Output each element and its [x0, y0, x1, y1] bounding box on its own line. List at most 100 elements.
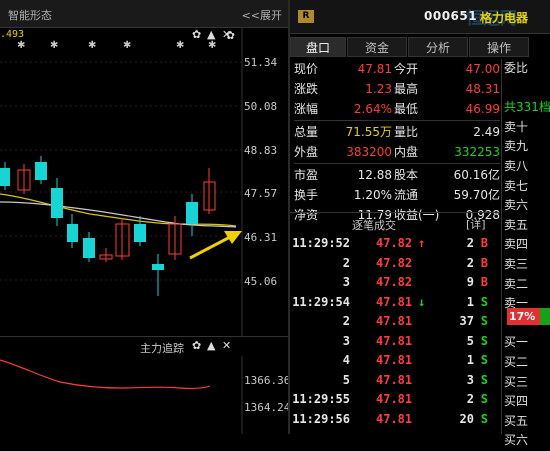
deal-volume: 2 — [466, 255, 474, 270]
axis-label: 46.31 — [244, 231, 278, 244]
deal-detail-link[interactable]: [详] — [466, 216, 486, 232]
indicator-axis-label: 1364.24 — [244, 401, 291, 414]
quote-value: 1.20% — [353, 188, 392, 202]
divider — [501, 59, 502, 434]
deal-price: 47.81 — [376, 353, 413, 367]
quote-label: 流通 — [394, 188, 419, 202]
chart-panel: 智能形态 <<展开 .493 ✿ ▲ ✕ ✿ ✱ ✱ ✱ ✱ ✱ ✱ 51.34… — [0, 0, 290, 434]
quote-value: 47.81 — [357, 62, 392, 76]
deal-row: 3 47.82 9 B — [290, 273, 500, 293]
chevron-up-icon[interactable]: ▲ — [207, 339, 215, 352]
quote-label: 今开 — [394, 62, 419, 76]
deal-price: 47.81 — [376, 314, 413, 328]
order-book-row: 卖三 — [504, 256, 529, 271]
deal-row: 2 47.82 2 B — [290, 254, 500, 274]
quote-value: 332253 — [454, 145, 500, 159]
deal-title: 逐笔成交 — [352, 219, 396, 232]
order-book-row: 买五 — [504, 413, 529, 428]
deal-volume: 2 — [466, 392, 474, 406]
quote-label: 现价 — [294, 62, 319, 76]
axis-label: 50.08 — [244, 100, 278, 113]
order-book-row — [504, 79, 550, 99]
quote-panel: R 恒运网 000651 格力电器 盘口 资金 分析 操作 现价 47.81 今开 4… — [290, 0, 550, 447]
quote-label: 涨幅 — [294, 102, 319, 116]
order-book-row: 卖六 — [504, 198, 529, 213]
deal-volume: 5 — [466, 333, 474, 348]
r-badge: R — [298, 10, 314, 23]
deal-time: 3 — [342, 275, 350, 289]
deal-side: S — [480, 411, 488, 426]
deal-side: B — [480, 275, 488, 289]
chart-title: 智能形态 — [8, 9, 52, 22]
quote-value: 12.88 — [357, 168, 392, 182]
quote-row: 外盘 383200 内盘 332253 — [294, 142, 500, 162]
tab-bar: 盘口 资金 分析 操作 — [290, 37, 550, 57]
stock-name: 格力电器 — [480, 11, 529, 25]
deal-side: S — [480, 392, 488, 406]
indicator-chart — [0, 356, 243, 434]
order-book-row: 共331档 — [504, 100, 550, 115]
quote-value: 59.70亿 — [453, 188, 500, 202]
order-book-row: 卖十 — [504, 119, 529, 134]
close-icon[interactable]: ✕ — [222, 339, 231, 352]
deal-volume: 1 — [466, 353, 474, 367]
candles — [0, 156, 216, 296]
deal-volume: 20 — [459, 411, 474, 426]
quote-value: 48.31 — [465, 82, 500, 96]
quote-label: 最低 — [394, 102, 419, 116]
quote-row: 市盈 12.88 股本 60.16亿 — [294, 165, 500, 185]
order-book-row: 卖七 — [504, 178, 529, 193]
deal-price: 47.82 — [376, 275, 413, 289]
axis-label: 48.83 — [244, 144, 278, 157]
indicator-title: 主力追踪 — [140, 342, 184, 355]
deal-row: 11:29:52 47.82 ↑ 2 B — [290, 234, 500, 254]
quote-label: 外盘 — [294, 145, 319, 159]
quote-value: 2.49 — [473, 125, 500, 139]
deal-volume: 1 — [466, 294, 474, 309]
quote-value: 1.23 — [365, 82, 392, 96]
deal-arrow-icon: ↑ — [418, 236, 426, 250]
deal-row: 4 47.81 1 S — [290, 351, 500, 371]
svg-text:✱: ✱ — [17, 40, 25, 51]
quote-label: 市盈 — [294, 168, 319, 182]
deal-price: 47.81 — [376, 411, 413, 426]
indicator-header: 主力追踪 ✿ ▲ ✕ — [0, 336, 288, 356]
axis-label: 45.06 — [244, 275, 278, 288]
expand-button[interactable]: <<展开 — [242, 7, 282, 23]
deal-side: B — [480, 236, 488, 250]
deal-price: 47.82 — [376, 236, 413, 250]
order-book-row: 卖二 — [504, 276, 529, 291]
tab-analysis[interactable]: 分析 — [408, 37, 468, 57]
quote-value: 46.99 — [465, 102, 500, 116]
svg-text:✱: ✱ — [50, 40, 58, 51]
quote-label: 涨跌 — [294, 82, 319, 96]
order-book-row: 买三 — [504, 374, 529, 389]
deal-time: 11:29:54 — [292, 294, 350, 309]
quote-value: 383200 — [346, 145, 392, 159]
settings-icon[interactable]: ✿ — [192, 339, 201, 352]
tab-handicap[interactable]: 盘口 — [290, 37, 346, 57]
order-book-row: 买一 — [504, 335, 529, 350]
deal-volume: 37 — [459, 314, 474, 328]
deal-price: 47.81 — [376, 392, 413, 406]
deal-time: 3 — [342, 333, 350, 348]
axis-label: 47.57 — [244, 187, 278, 200]
deal-price: 47.81 — [376, 333, 413, 348]
tab-funds[interactable]: 资金 — [347, 37, 407, 57]
deal-price: 47.81 — [376, 294, 413, 309]
svg-text:✱: ✱ — [123, 40, 131, 51]
quote-row: 换手 1.20% 流通 59.70亿 — [294, 185, 500, 205]
quote-value: 71.55万 — [345, 125, 392, 139]
wei-bi-bar — [540, 308, 550, 325]
stock-code: 000651 — [424, 9, 478, 23]
quote-table: 现价 47.81 今开 47.00 涨跌 1.23 最高 48.31 涨幅 2.64% 最低 46.9… — [294, 59, 500, 225]
quote-row: 现价 47.81 今开 47.00 — [294, 59, 500, 79]
deal-row: 11:29:56 47.81 20 S — [290, 410, 500, 430]
quote-value: 60.16亿 — [453, 168, 500, 182]
candlestick-chart: ✱ ✱ ✱ ✱ ✱ ✱ — [0, 28, 243, 336]
deal-row: 3 47.81 5 S — [290, 332, 500, 352]
deal-time: 4 — [342, 353, 350, 367]
tab-operation[interactable]: 操作 — [469, 37, 529, 57]
deal-side: S — [480, 353, 488, 367]
deal-time: 5 — [342, 372, 350, 387]
